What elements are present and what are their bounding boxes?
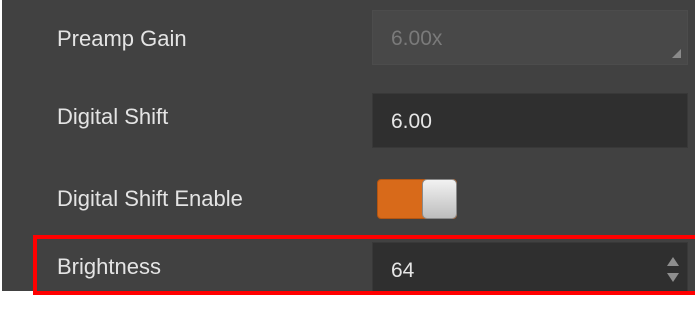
brightness-spinbox[interactable]: 64 [372,242,688,297]
digital-shift-enable-toggle[interactable] [377,179,457,219]
properties-panel: Preamp Gain 6.00x Digital Shift 6.00 Dig… [2,0,695,313]
digital-shift-enable-label: Digital Shift Enable [57,186,243,211]
spin-up-icon[interactable] [667,257,679,266]
preamp-gain-field: 6.00x [372,10,688,65]
row-digital-shift-enable: Digital Shift Enable [2,160,695,238]
bottom-margin [0,291,695,313]
preamp-gain-label: Preamp Gain [57,26,187,51]
resize-grip-icon [672,49,681,58]
brightness-value: 64 [391,259,415,282]
toggle-knob [422,179,457,219]
row-preamp-gain: Preamp Gain 6.00x [2,0,695,78]
digital-shift-value: 6.00 [391,110,432,133]
digital-shift-input[interactable]: 6.00 [372,93,688,148]
row-digital-shift: Digital Shift 6.00 [2,78,695,156]
digital-shift-label: Digital Shift [57,104,169,129]
preamp-gain-value: 6.00x [391,27,443,50]
spin-down-icon[interactable] [667,273,679,282]
